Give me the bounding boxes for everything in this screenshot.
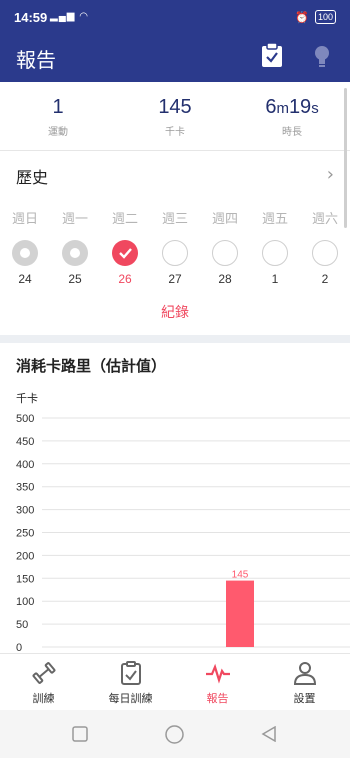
date-label: 1 [271,272,279,286]
y-tick-label: 150 [16,573,34,585]
section-divider [0,335,350,343]
date-label: 25 [68,272,82,286]
system-nav-bar [0,710,350,758]
lightbulb-icon[interactable] [312,44,332,68]
stat-workouts-label: 運動 [48,127,68,138]
day-empty-marker[interactable] [262,240,288,266]
day-empty-marker[interactable] [312,240,338,266]
stat-calories: 145 千卡 [117,96,233,138]
date-label: 28 [218,272,232,286]
weekday-label: 週五 [261,212,288,227]
y-tick-label: 200 [16,550,34,562]
date-label: 24 [18,272,32,286]
chart-title: 消耗卡路里（估計值） [16,357,167,375]
dumbbell-icon [32,662,55,684]
day-today-check-icon[interactable] [112,240,138,266]
bottom-tab-bar: 訓練 每日訓練 報告 設置 [0,653,350,710]
clipboard-check-icon[interactable] [261,42,283,68]
tab-label: 設置 [293,692,316,705]
recents-button[interactable] [72,726,88,742]
duration-seconds-unit: s [311,100,319,117]
calorie-bar-chart: 500450400350300250200150100500145 [16,413,350,654]
status-time: 14:59 [14,10,48,25]
date-label: 2 [321,272,329,286]
stat-workouts-value: 1 [52,96,64,118]
y-tick-label: 300 [16,505,34,517]
tab-daily-training[interactable]: 每日訓練 [87,660,174,706]
tab-training[interactable]: 訓練 [0,660,87,706]
y-tick-label: 400 [16,459,34,471]
date-row: 24 25 26 27 28 1 2 [0,272,350,292]
day-completed-marker[interactable] [12,240,38,266]
summary-stats: 1 運動 145 千卡 6m19s 時長 [0,82,350,151]
stat-duration-value: 6m19s [234,96,350,119]
y-tick-label: 350 [16,482,34,494]
signal-icon: ▂▄▆ ◠ [50,11,89,22]
y-tick-label: 250 [16,528,34,540]
chart-y-unit: 千卡 [16,392,38,405]
home-button[interactable] [165,725,184,744]
y-tick-label: 500 [16,413,34,425]
weekday-label: 週一 [61,212,88,227]
weekday-label: 週日 [11,212,38,227]
bar-data-label: 145 [232,570,249,581]
stat-duration-label: 時長 [282,127,302,138]
tab-label: 每日訓練 [108,692,153,705]
page-title: 報告 [16,48,56,72]
y-tick-label: 50 [16,619,28,631]
duration-minutes-unit: m [276,100,289,117]
weekday-row: 週日 週一 週二 週三 週四 週五 週六 [0,208,350,228]
tab-report[interactable]: 報告 [174,660,261,706]
day-status-row [0,240,350,270]
duration-minutes: 6 [265,96,277,118]
clipboard-icon [120,661,141,685]
stat-duration: 6m19s 時長 [234,96,350,138]
battery-indicator: 100 [314,10,336,24]
back-button[interactable] [261,726,277,742]
date-label: 27 [168,272,182,286]
status-right: ⏰ 100 [295,10,336,24]
history-row[interactable]: 歷史 › [0,150,350,198]
day-empty-marker[interactable] [162,240,188,266]
weekday-label: 週六 [311,212,338,227]
y-tick-label: 450 [16,436,34,448]
day-empty-marker[interactable] [212,240,238,266]
day-completed-marker[interactable] [62,240,88,266]
stat-calories-value: 145 [158,96,192,118]
weekday-label: 週三 [161,212,188,227]
app-bar: 報告 [0,34,350,82]
date-label-today: 26 [118,272,132,286]
y-tick-label: 100 [16,596,34,608]
alarm-icon: ⏰ [295,11,309,24]
weekday-label: 週二 [111,212,138,227]
duration-seconds: 19 [288,96,312,118]
tab-settings[interactable]: 設置 [261,660,348,706]
pulse-icon [205,663,230,684]
chevron-right-icon: › [326,164,334,185]
tab-label: 報告 [206,692,229,705]
weekday-label: 週四 [211,212,238,227]
status-bar: 14:59 ▂▄▆ ◠ ⏰ 100 [0,0,350,34]
person-icon [293,662,316,685]
stat-calories-label: 千卡 [165,127,185,138]
stat-workouts: 1 運動 [0,96,116,138]
record-link[interactable]: 紀錄 [0,302,350,322]
tab-label: 訓練 [32,692,55,705]
history-title: 歷史 [16,168,49,187]
chart-bar [226,580,254,647]
